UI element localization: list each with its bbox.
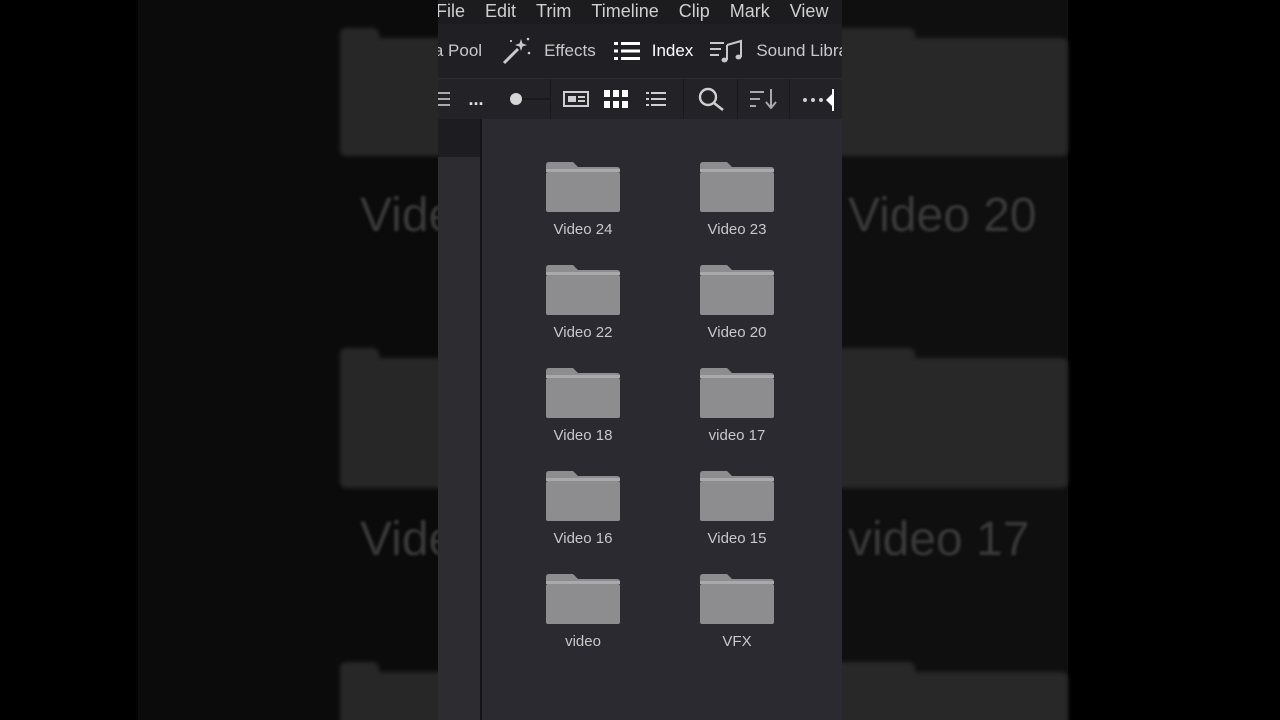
folder-item[interactable]: Video 22 <box>523 242 643 341</box>
folder-item[interactable]: Video 15 <box>677 448 797 547</box>
folder-icon <box>546 574 620 624</box>
metadata-view-icon <box>563 91 589 107</box>
toolbar-divider <box>737 79 738 119</box>
folder-item[interactable]: Video 23 <box>677 139 797 238</box>
sort-icon <box>750 89 777 109</box>
folder-icon <box>546 265 620 315</box>
media-pool-panel: File Edit Trim Timeline Clip Mark View M… <box>438 0 842 720</box>
media-toolbar: ... <box>438 78 842 120</box>
tab-index[interactable]: Index <box>596 24 694 78</box>
sort-button[interactable] <box>748 79 780 119</box>
folder-icon <box>546 162 620 212</box>
background-folder <box>340 28 438 156</box>
options-icon <box>803 89 834 111</box>
background-label: Vide <box>360 513 438 566</box>
folder-label: Video 18 <box>553 427 613 444</box>
thumbnail-view-icon <box>604 90 628 108</box>
menu-mark[interactable]: Mark <box>720 0 780 22</box>
menu-edit[interactable]: Edit <box>475 0 526 22</box>
folder-label: video <box>565 633 601 650</box>
background-label: Video <box>360 189 438 242</box>
folder-icon <box>546 368 620 418</box>
folder-label: VFX <box>722 633 752 650</box>
background-left: Video Vide <box>0 0 438 720</box>
list-view-icon <box>646 92 666 106</box>
folder-item[interactable]: Video 20 <box>677 242 797 341</box>
folder-label: Video 20 <box>707 324 767 341</box>
sound-library-icon <box>710 39 743 63</box>
folder-icon <box>700 265 774 315</box>
filter-icon <box>438 92 450 106</box>
folder-label: Video 24 <box>553 221 613 238</box>
zoom-slider-track <box>510 93 550 105</box>
background-label: Video 20 <box>848 189 1037 242</box>
tab-media-pool[interactable]: Media Pool <box>438 24 482 78</box>
folder-label: Video 16 <box>553 530 613 547</box>
zoom-slider[interactable] <box>500 79 550 119</box>
background-right: Video 20 video 17 <box>842 0 1280 720</box>
folder-label: Video 15 <box>707 530 767 547</box>
options-button[interactable] <box>800 79 842 119</box>
folder-label: Video 23 <box>707 221 767 238</box>
tab-effects[interactable]: Effects <box>482 24 596 78</box>
folder-icon <box>700 162 774 212</box>
more-button[interactable]: ... <box>464 79 488 119</box>
folder-label: Video 22 <box>553 324 613 341</box>
folder-icon <box>546 471 620 521</box>
folder-item[interactable]: video <box>523 551 643 650</box>
background-folder <box>842 662 1068 720</box>
filter-button[interactable] <box>438 79 456 119</box>
tab-label: Index <box>651 41 694 60</box>
index-list-icon <box>613 42 640 60</box>
tab-label: Sound Library <box>756 41 842 60</box>
menu-clip[interactable]: Clip <box>669 0 720 22</box>
bin-content-area: Video 24 Video 23 Video 22 Video 20 Video 18… <box>482 119 842 720</box>
menu-view[interactable]: View <box>780 0 839 22</box>
menu-trim[interactable]: Trim <box>526 0 581 22</box>
folder-icon <box>700 574 774 624</box>
selected-bin-row[interactable] <box>438 119 480 157</box>
toolbar-divider <box>683 79 684 119</box>
menu-file[interactable]: File <box>438 0 475 22</box>
tab-sound-library[interactable]: Sound Library <box>693 24 842 78</box>
background-label: video 17 <box>848 513 1030 566</box>
thumbnail-view-button[interactable] <box>602 79 630 119</box>
background-edge <box>0 0 138 720</box>
tab-label: Media Pool <box>438 41 483 60</box>
tab-label: Effects <box>544 41 596 60</box>
search-icon <box>698 87 724 111</box>
folder-item[interactable]: Video 18 <box>523 345 643 444</box>
toolbar-divider <box>550 79 551 119</box>
metadata-view-button[interactable] <box>562 79 590 119</box>
folder-item[interactable]: video 17 <box>677 345 797 444</box>
background-folder <box>340 348 438 488</box>
menu-bar: File Edit Trim Timeline Clip Mark View <box>438 0 842 24</box>
folder-item[interactable]: Video 24 <box>523 139 643 238</box>
search-button[interactable] <box>696 79 726 119</box>
menu-timeline[interactable]: Timeline <box>581 0 668 22</box>
bin-list-sidebar[interactable] <box>438 119 482 720</box>
folder-item[interactable]: Video 16 <box>523 448 643 547</box>
folder-label: video 17 <box>708 427 766 444</box>
toolbar-divider <box>789 79 790 119</box>
background-edge <box>1068 0 1280 720</box>
background-folder <box>842 348 1068 488</box>
folder-icon <box>700 368 774 418</box>
effects-wand-icon <box>503 37 531 65</box>
panel-tab-bar: Media Pool Effects Index <box>438 24 842 78</box>
background-folder <box>842 28 1068 156</box>
folder-icon <box>700 471 774 521</box>
background-folder <box>340 662 438 720</box>
folder-item[interactable]: VFX <box>677 551 797 650</box>
list-view-button[interactable] <box>642 79 670 119</box>
